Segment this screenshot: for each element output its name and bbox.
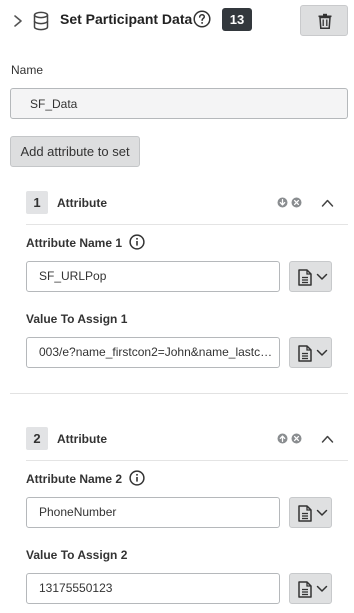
value-to-assign-label: Value To Assign 2 [26, 548, 128, 562]
action-header: Set Participant Data 13 [0, 0, 354, 44]
document-icon [298, 581, 312, 598]
delete-button[interactable] [300, 5, 348, 36]
name-label: Name [11, 63, 44, 77]
section-divider [10, 393, 348, 394]
section-separator [26, 460, 348, 461]
expression-type-button[interactable] [289, 261, 332, 292]
section-separator [26, 224, 348, 225]
chevron-up-icon[interactable] [321, 198, 334, 208]
chevron-right-icon[interactable] [11, 13, 25, 29]
trash-icon [318, 13, 332, 29]
chevron-down-icon [316, 509, 328, 516]
expression-type-button[interactable] [289, 573, 332, 604]
attribute-title: Attribute [57, 196, 107, 210]
attribute-name-input[interactable]: SF_URLPop [26, 261, 280, 292]
info-circle-icon[interactable] [129, 234, 145, 250]
attribute-number: 2 [26, 427, 48, 450]
question-circle-icon[interactable] [193, 10, 211, 28]
name-input[interactable] [10, 88, 348, 119]
close-circle-icon[interactable] [291, 433, 302, 444]
chevron-up-icon[interactable] [321, 434, 334, 444]
arrow-up-circle-icon[interactable] [277, 433, 288, 444]
action-title: Set Participant Data [60, 11, 193, 27]
database-icon [33, 11, 49, 31]
value-to-assign-input[interactable]: 13175550123 [26, 573, 280, 604]
attribute-number: 1 [26, 191, 48, 214]
chevron-down-icon [316, 585, 328, 592]
value-to-assign-label: Value To Assign 1 [26, 312, 128, 326]
attribute-title: Attribute [57, 432, 107, 446]
expression-type-button[interactable] [289, 337, 332, 368]
add-attribute-button[interactable]: Add attribute to set [10, 136, 140, 167]
attribute-name-label: Attribute Name 2 [26, 472, 123, 486]
attribute-name-input[interactable]: PhoneNumber [26, 497, 280, 528]
expression-type-button[interactable] [289, 497, 332, 528]
document-icon [298, 269, 312, 286]
arrow-down-circle-icon[interactable] [277, 197, 288, 208]
chevron-down-icon [316, 349, 328, 356]
count-badge: 13 [222, 8, 252, 31]
chevron-down-icon [316, 273, 328, 280]
document-icon [298, 345, 312, 362]
info-circle-icon[interactable] [129, 470, 145, 486]
value-to-assign-input[interactable]: 003/e?name_firstcon2=John&name_lastcon2=… [26, 337, 280, 368]
close-circle-icon[interactable] [291, 197, 302, 208]
document-icon [298, 505, 312, 522]
attribute-name-label: Attribute Name 1 [26, 236, 123, 250]
